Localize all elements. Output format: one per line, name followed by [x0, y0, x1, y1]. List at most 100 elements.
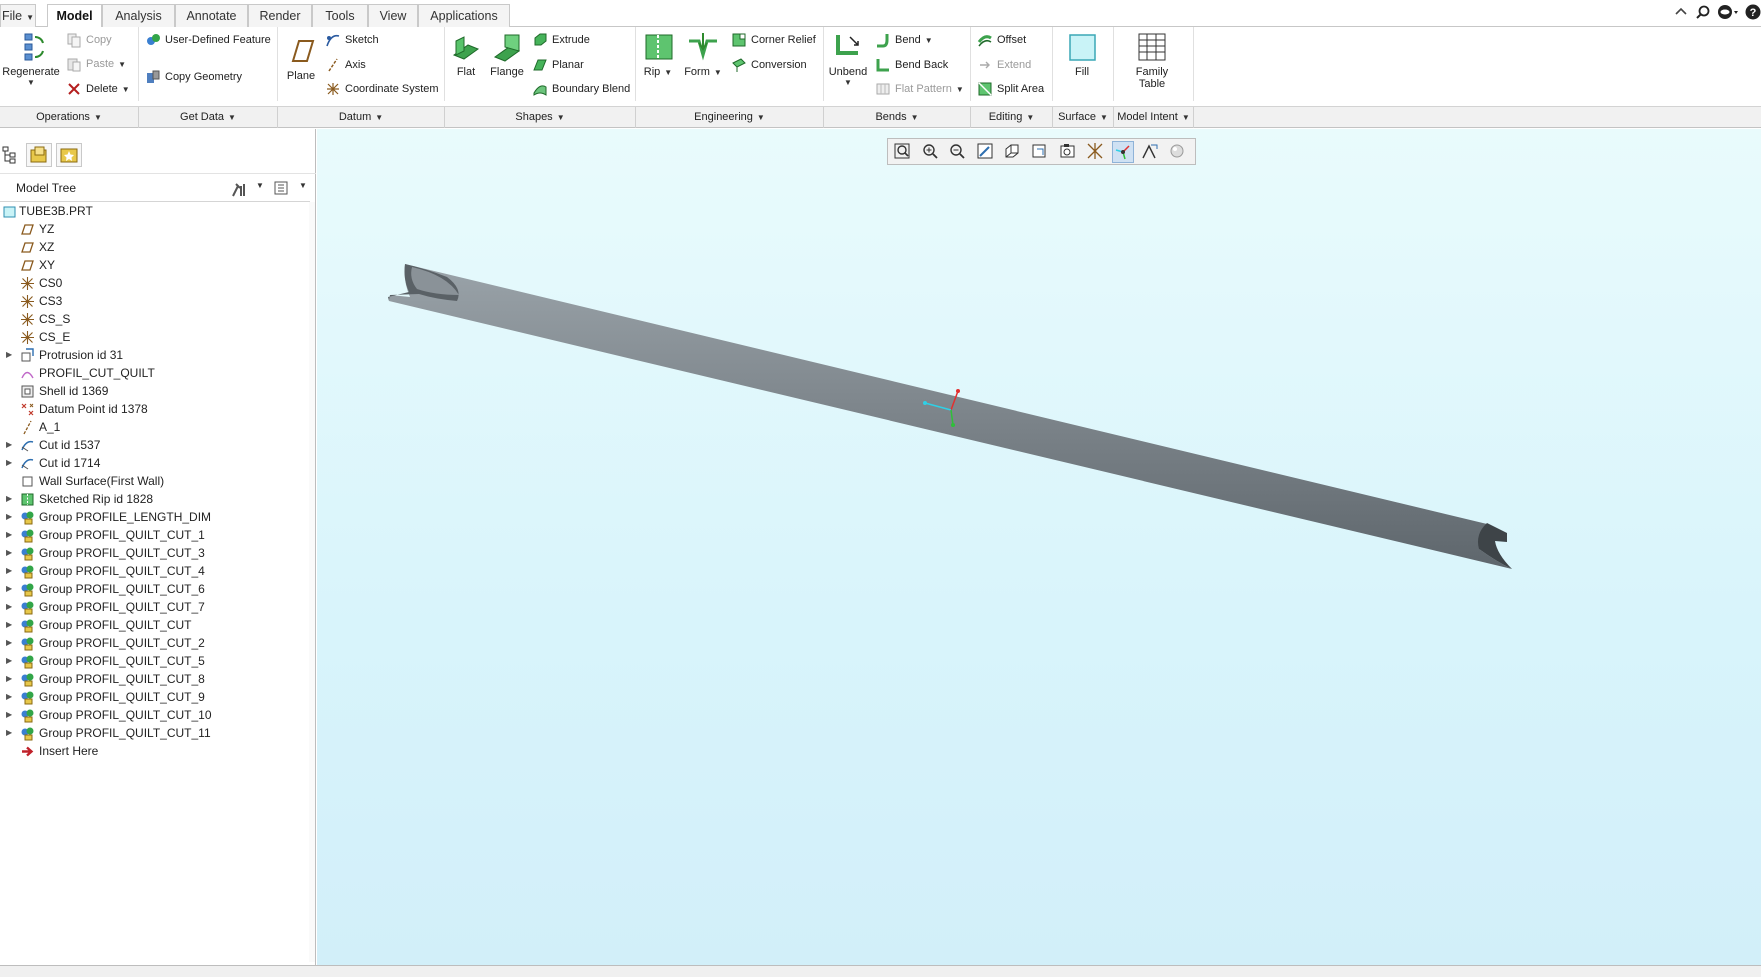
bend-button[interactable]: Bend ▼: [875, 32, 933, 48]
tree-item[interactable]: Insert Here: [0, 742, 310, 760]
tree-item[interactable]: ▶ Protrusion id 31: [0, 346, 310, 364]
tree-item[interactable]: Datum Point id 1378: [0, 400, 310, 418]
tree-item[interactable]: ▶ Group PROFILE_LENGTH_DIM: [0, 508, 310, 526]
tree-settings-icon[interactable]: [230, 180, 248, 198]
tree-item[interactable]: PROFIL_CUT_QUILT: [0, 364, 310, 382]
paste-button[interactable]: Paste ▼: [66, 56, 126, 72]
tree-item[interactable]: ▶ Cut id 1714: [0, 454, 310, 472]
unbend-button[interactable]: Unbend ▼: [828, 31, 868, 87]
expand-icon[interactable]: ▶: [6, 436, 16, 454]
group-datum[interactable]: Datum ▼: [278, 107, 445, 128]
group-editing[interactable]: Editing ▼: [971, 107, 1053, 128]
bend-back-button[interactable]: Bend Back: [875, 57, 948, 73]
tree-item[interactable]: ▶ Cut id 1537: [0, 436, 310, 454]
tab-analysis[interactable]: Analysis: [102, 4, 175, 27]
boundary-blend-button[interactable]: Boundary Blend: [532, 81, 630, 97]
split-area-button[interactable]: Split Area: [977, 81, 1044, 97]
tree-item[interactable]: XY: [0, 256, 310, 274]
favorites-tab[interactable]: [56, 143, 82, 167]
tab-file[interactable]: File ▼: [0, 4, 36, 27]
chevron-down-icon[interactable]: ▼: [256, 181, 264, 190]
group-operations[interactable]: Operations ▼: [0, 107, 139, 128]
expand-icon[interactable]: ▶: [6, 724, 16, 742]
expand-icon[interactable]: ▶: [6, 616, 16, 634]
tube-body[interactable]: [389, 264, 1512, 569]
tree-item[interactable]: CS_S: [0, 310, 310, 328]
offset-button[interactable]: Offset: [977, 32, 1026, 48]
group-engineering[interactable]: Engineering ▼: [636, 107, 824, 128]
model-tree-scrollbar[interactable]: [309, 202, 315, 962]
expand-icon[interactable]: ▶: [6, 526, 16, 544]
expand-icon[interactable]: ▶: [6, 652, 16, 670]
tree-item[interactable]: XZ: [0, 238, 310, 256]
search-icon[interactable]: [1695, 4, 1711, 20]
tree-item[interactable]: ▶ Sketched Rip id 1828: [0, 490, 310, 508]
tree-item[interactable]: YZ: [0, 220, 310, 238]
flat-pattern-button[interactable]: Flat Pattern ▼: [875, 81, 964, 97]
tree-item[interactable]: ▶ Group PROFIL_QUILT_CUT_6: [0, 580, 310, 598]
tree-item[interactable]: TUBE3B.PRT: [0, 202, 310, 220]
user-defined-feature-button[interactable]: User-Defined Feature: [145, 32, 271, 48]
copy-geometry-button[interactable]: Copy Geometry: [145, 69, 242, 85]
expand-icon[interactable]: ▶: [6, 706, 16, 724]
tree-item[interactable]: ▶ Group PROFIL_QUILT_CUT_1: [0, 526, 310, 544]
tree-item[interactable]: ▶ Group PROFIL_QUILT_CUT_3: [0, 544, 310, 562]
expand-icon[interactable]: ▶: [6, 580, 16, 598]
form-button[interactable]: Form ▼: [681, 31, 725, 78]
tree-item[interactable]: ▶ Group PROFIL_QUILT_CUT_5: [0, 652, 310, 670]
expand-icon[interactable]: ▶: [6, 562, 16, 580]
tree-item[interactable]: ▶ Group PROFIL_QUILT_CUT_7: [0, 598, 310, 616]
tree-item[interactable]: ▶ Group PROFIL_QUILT_CUT_11: [0, 724, 310, 742]
extend-button[interactable]: Extend: [977, 57, 1031, 73]
tree-item[interactable]: ▶ Group PROFIL_QUILT_CUT_8: [0, 670, 310, 688]
expand-icon[interactable]: ▶: [6, 544, 16, 562]
axis-button[interactable]: Axis: [325, 57, 366, 73]
plane-button[interactable]: Plane: [283, 35, 319, 82]
tree-item[interactable]: CS0: [0, 274, 310, 292]
regenerate-button[interactable]: Regenerate ▼: [2, 31, 60, 87]
tree-item[interactable]: CS3: [0, 292, 310, 310]
tab-view[interactable]: View: [368, 4, 418, 27]
part-geometry[interactable]: [317, 129, 1761, 965]
sketch-button[interactable]: Sketch: [325, 32, 379, 48]
chevron-down-icon[interactable]: ▼: [299, 181, 307, 190]
copy-button[interactable]: Copy: [66, 32, 112, 48]
corner-relief-button[interactable]: Corner Relief: [731, 32, 816, 48]
planar-button[interactable]: Planar: [532, 57, 584, 73]
coordinate-system-button[interactable]: Coordinate System: [325, 81, 439, 97]
flange-button[interactable]: Flange: [488, 31, 526, 78]
help-icon[interactable]: ?: [1745, 4, 1761, 20]
group-surface[interactable]: Surface ▼: [1053, 107, 1114, 128]
family-table-button[interactable]: Family Table: [1132, 31, 1172, 90]
expand-icon[interactable]: ▶: [6, 670, 16, 688]
tree-item[interactable]: ▶ Group PROFIL_QUILT_CUT_2: [0, 634, 310, 652]
tree-item[interactable]: ▶ Group PROFIL_QUILT_CUT_10: [0, 706, 310, 724]
expand-icon[interactable]: ▶: [6, 454, 16, 472]
tab-model[interactable]: Model: [47, 4, 102, 28]
group-shapes[interactable]: Shapes ▼: [445, 107, 636, 128]
tree-item[interactable]: ▶ Group PROFIL_QUILT_CUT: [0, 616, 310, 634]
model-tree-tab-icon[interactable]: [2, 146, 18, 164]
tab-annotate[interactable]: Annotate: [175, 4, 248, 27]
expand-icon[interactable]: ▶: [6, 598, 16, 616]
show-icon[interactable]: [273, 180, 289, 196]
expand-icon[interactable]: ▶: [6, 508, 16, 526]
tree-item[interactable]: Shell id 1369: [0, 382, 310, 400]
collapse-ribbon-icon[interactable]: [1673, 4, 1689, 20]
expand-icon[interactable]: ▶: [6, 346, 16, 364]
rip-button[interactable]: Rip ▼: [639, 31, 677, 78]
fill-button[interactable]: Fill: [1065, 31, 1099, 78]
graphics-window[interactable]: [317, 129, 1761, 965]
community-icon[interactable]: [1717, 4, 1739, 20]
expand-icon[interactable]: ▶: [6, 688, 16, 706]
folder-browser-tab[interactable]: [26, 143, 52, 167]
expand-icon[interactable]: ▶: [6, 634, 16, 652]
tree-item[interactable]: A_1: [0, 418, 310, 436]
tree-item[interactable]: ▶ Group PROFIL_QUILT_CUT_4: [0, 562, 310, 580]
group-bends[interactable]: Bends ▼: [824, 107, 971, 128]
tree-item[interactable]: Wall Surface(First Wall): [0, 472, 310, 490]
tab-render[interactable]: Render: [248, 4, 312, 27]
tab-tools[interactable]: Tools: [312, 4, 368, 27]
extrude-button[interactable]: Extrude: [532, 32, 590, 48]
tree-item[interactable]: ▶ Group PROFIL_QUILT_CUT_9: [0, 688, 310, 706]
